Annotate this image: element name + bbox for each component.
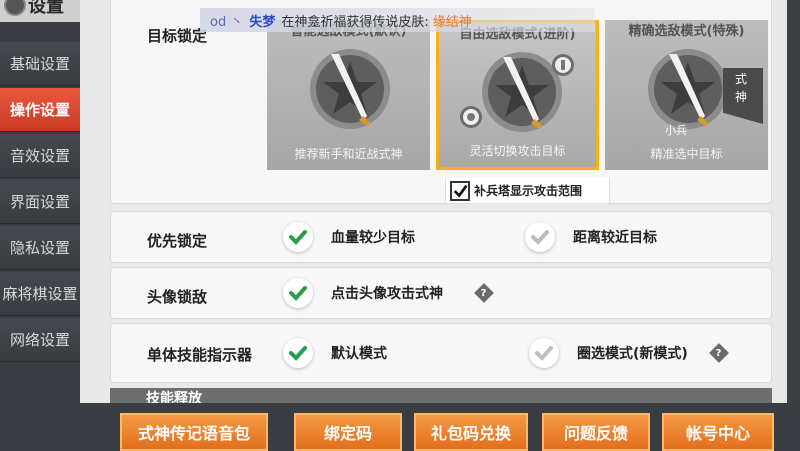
option-label: 圈选模式(新模式)	[577, 346, 688, 362]
tag-minion: 小兵	[665, 124, 687, 137]
check-off-icon[interactable]	[525, 222, 555, 252]
sidebar: 设置 基础设置 操作设置 音效设置 界面设置 隐私设置 麻将棋设置 网络设置	[0, 0, 80, 451]
shikigami-marker-icon	[552, 54, 574, 76]
check-on-icon[interactable]	[283, 278, 313, 308]
check-on-icon[interactable]	[283, 338, 313, 368]
sidebar-item-label: 基础设置	[9, 55, 70, 73]
skill-indicator-label: 单体技能指示器	[147, 346, 253, 364]
sword-star-icon	[310, 49, 390, 129]
card-desc: 灵活切换攻击目标	[469, 144, 566, 158]
option-label: 距离较近目标	[573, 230, 657, 246]
sidebar-item-audio[interactable]: 音效设置	[0, 134, 80, 178]
priority-lock-section: 优先锁定 血量较少目标 距离较近目标	[110, 211, 772, 263]
title-bar: 设置	[0, 0, 80, 22]
mode-card-free[interactable]: 自由选敌模式(进阶) 灵活切换攻击目标	[436, 20, 599, 170]
settings-icon	[4, 0, 26, 16]
avatar-lock-section: 头像锁敌 点击头像攻击式神 ?	[110, 267, 772, 319]
notice-text: 在神龛祈福获得传说皮肤:	[281, 14, 429, 30]
feedback-button[interactable]: 问题反馈	[542, 413, 650, 451]
tower-range-label: 补兵塔显示攻击范围	[474, 184, 583, 198]
sidebar-item-label: 网络设置	[9, 331, 70, 349]
priority-lock-label: 优先锁定	[147, 232, 208, 250]
window-title: 设置	[28, 0, 64, 17]
help-icon[interactable]: ?	[474, 283, 494, 303]
panel-edge	[787, 0, 800, 451]
checkmark-icon	[453, 184, 468, 198]
option-circle-mode[interactable]: 圈选模式(新模式) ?	[529, 338, 729, 368]
option-label: 点击头像攻击式神	[331, 286, 443, 302]
sword-star-icon	[648, 49, 728, 129]
target-lock-label: 目标锁定	[147, 27, 208, 45]
sidebar-item-label: 操作设置	[9, 101, 70, 119]
sidebar-item-network[interactable]: 网络设置	[0, 318, 80, 362]
sidebar-item-privacy[interactable]: 隐私设置	[0, 226, 80, 270]
sidebar-item-mahjong-chess[interactable]: 麻将棋设置	[0, 272, 80, 316]
sidebar-item-basic[interactable]: 基础设置	[0, 42, 80, 86]
tag-shen: 神	[735, 90, 748, 104]
option-default-mode[interactable]: 默认模式	[283, 338, 387, 368]
sidebar-item-label: 音效设置	[9, 147, 70, 165]
notice-skin-name: 缘结神	[432, 14, 472, 30]
avatar-lock-label: 头像锁敌	[147, 288, 208, 306]
mode-card-smart[interactable]: 智能选敌模式(默认) 推荐新手和近战式神	[267, 20, 430, 170]
skill-indicator-section: 单体技能指示器 默认模式 圈选模式(新模式) ?	[110, 323, 772, 383]
option-label: 默认模式	[331, 346, 387, 362]
option-nearest[interactable]: 距离较近目标	[525, 222, 657, 252]
tag-shi: 式	[735, 72, 748, 86]
sidebar-item-interface[interactable]: 界面设置	[0, 180, 80, 224]
option-click-avatar[interactable]: 点击头像攻击式神 ?	[283, 278, 494, 308]
sidebar-item-label: 界面设置	[9, 193, 70, 211]
notice-player-name: 失梦	[249, 14, 276, 30]
check-off-icon[interactable]	[529, 338, 559, 368]
minion-marker-icon	[460, 106, 482, 128]
sidebar-item-controls[interactable]: 操作设置	[0, 88, 80, 132]
gift-code-button[interactable]: 礼包码兑换	[414, 413, 528, 451]
voice-pack-button[interactable]: 式神传记语音包	[120, 413, 268, 451]
bind-code-button[interactable]: 绑定码	[294, 413, 402, 451]
help-icon[interactable]: ?	[708, 343, 729, 363]
check-on-icon[interactable]	[283, 222, 313, 252]
option-low-hp[interactable]: 血量较少目标	[283, 222, 415, 252]
card-desc: 推荐新手和近战式神	[294, 147, 403, 161]
tower-range-toggle[interactable]: 补兵塔显示攻击范围	[445, 178, 610, 204]
card-title: 精确选敌模式(特殊)	[628, 24, 745, 39]
sidebar-item-label: 麻将棋设置	[2, 285, 78, 303]
sidebar-item-label: 隐私设置	[9, 239, 70, 257]
option-label: 血量较少目标	[331, 230, 415, 246]
mode-card-precise[interactable]: 精确选敌模式(特殊) 式 神 小兵 精准选中目标	[605, 20, 768, 170]
account-center-button[interactable]: 帐号中心	[662, 413, 774, 451]
card-desc: 精准选中目标	[650, 147, 723, 161]
tower-range-checkbox[interactable]	[450, 180, 470, 201]
notice-prefix: od 丶	[210, 14, 244, 30]
broadcast-notification: od 丶 失梦 在神龛祈福获得传说皮肤: 缘结神	[200, 8, 595, 32]
